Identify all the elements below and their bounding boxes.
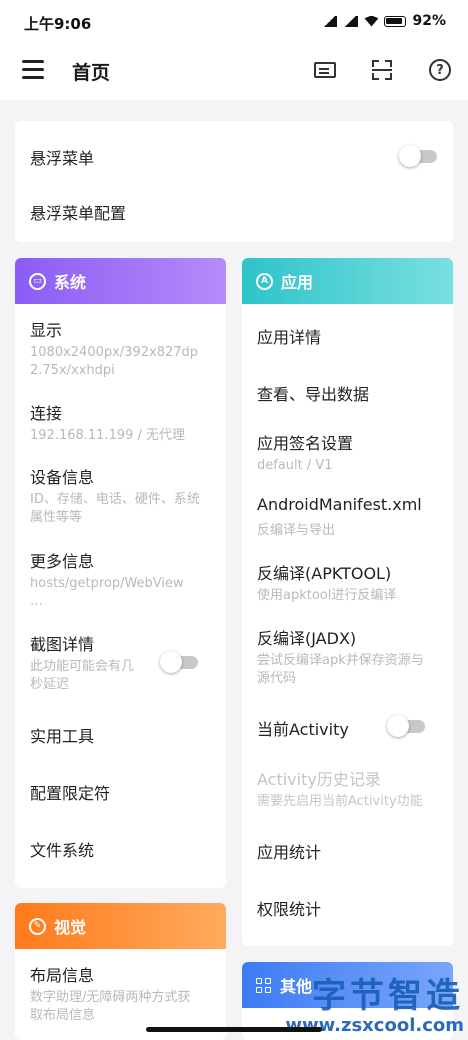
- signature-settings-item[interactable]: 应用签名设置: [257, 430, 353, 454]
- jadx-sub-2: 源代码: [257, 671, 297, 686]
- device-info-item[interactable]: 设备信息: [30, 464, 94, 488]
- apktool-item[interactable]: 反编译(APKTOOL): [257, 560, 391, 584]
- wifi-icon: [364, 15, 379, 27]
- usage-stats-item[interactable]: 应用统计: [257, 839, 321, 863]
- system-card-title: 系统: [54, 273, 87, 292]
- floating-menu-config-item[interactable]: 悬浮菜单配置: [30, 200, 126, 224]
- current-activity-item[interactable]: 当前Activity: [257, 716, 349, 740]
- home-indicator[interactable]: [146, 1027, 322, 1032]
- activity-history-sub: 需要先启用当前Activity功能: [257, 794, 423, 809]
- page-title: 首页: [72, 62, 111, 84]
- file-system-item[interactable]: 文件系统: [30, 837, 94, 861]
- app-details-item[interactable]: 应用详情: [257, 324, 321, 348]
- device-info-sub-1: ID、存储、电话、硬件、系统: [30, 492, 200, 507]
- jadx-sub-1: 尝试反编译apk并保存资源与: [257, 653, 424, 668]
- watermark-brand: 字节智造: [312, 976, 464, 1016]
- signal-icon-2: [343, 15, 359, 27]
- screenshot-sub-2: 秒延迟: [30, 677, 70, 692]
- utility-tools-item[interactable]: 实用工具: [30, 723, 94, 747]
- layout-info-sub-1: 数字助理/无障碍两种方式获: [30, 990, 191, 1005]
- floating-menu-card: 悬浮菜单 悬浮菜单配置: [15, 121, 453, 242]
- toggle-thumb: [387, 715, 409, 737]
- system-card: ▭ 系统 显示 1080x2400px/392x827dp 2.75x/xxhd…: [15, 258, 226, 888]
- display-item[interactable]: 显示: [30, 317, 62, 341]
- status-time: 上午9:06: [24, 15, 92, 33]
- watermark-url: www.zsxcool.com: [285, 1015, 464, 1036]
- visual-card-title: 视觉: [54, 918, 87, 937]
- more-info-sub-2: …: [30, 594, 43, 609]
- visual-icon: ✎: [29, 917, 46, 935]
- visual-card: ✎ 视觉 布局信息 数字助理/无障碍两种方式获 取布局信息: [15, 903, 226, 1040]
- apktool-sub: 使用apktool进行反编译: [257, 588, 397, 603]
- toggle-thumb: [160, 651, 182, 673]
- app-icon: A: [256, 272, 273, 290]
- current-activity-toggle[interactable]: [387, 715, 427, 737]
- connection-sub: 192.168.11.199 / 无代理: [30, 428, 186, 443]
- floating-menu-toggle[interactable]: [399, 145, 439, 167]
- scan-icon[interactable]: [368, 56, 396, 84]
- system-icon: ▭: [29, 272, 46, 290]
- display-sub-1: 1080x2400px/392x827dp: [30, 345, 199, 360]
- manifest-item[interactable]: AndroidManifest.xml: [257, 495, 422, 514]
- screenshot-details-item[interactable]: 截图详情: [30, 631, 94, 655]
- help-icon[interactable]: ?: [426, 56, 454, 84]
- battery-icon: [384, 15, 407, 27]
- signal-icon: [322, 15, 338, 27]
- status-icons: 92%: [322, 13, 446, 29]
- visual-card-header: ✎ 视觉: [15, 903, 226, 949]
- menu-icon[interactable]: [22, 60, 46, 80]
- layout-info-item[interactable]: 布局信息: [30, 962, 94, 986]
- signature-sub: default / V1: [257, 458, 333, 473]
- screenshot-sub-1: 此功能可能会有几: [30, 659, 135, 674]
- layout-info-sub-2: 取布局信息: [30, 1008, 96, 1023]
- device-info-sub-2: 属性等等: [30, 510, 83, 525]
- connection-item[interactable]: 连接: [30, 400, 62, 424]
- screenshot-toggle[interactable]: [160, 651, 200, 673]
- config-qualifiers-item[interactable]: 配置限定符: [30, 780, 110, 804]
- export-data-item[interactable]: 查看、导出数据: [257, 381, 369, 405]
- grid-icon: [256, 977, 271, 993]
- manifest-sub: 反编译与导出: [257, 523, 336, 538]
- app-card-title: 应用: [281, 273, 314, 292]
- status-bar: 上午9:06 92%: [0, 0, 468, 44]
- permission-stats-item[interactable]: 权限统计: [257, 896, 321, 920]
- display-sub-2: 2.75x/xxhdpi: [30, 363, 115, 378]
- toggle-thumb: [399, 145, 421, 167]
- app-card-header: A 应用: [242, 258, 453, 304]
- jadx-item[interactable]: 反编译(JADX): [257, 625, 356, 649]
- console-icon[interactable]: [311, 56, 339, 84]
- more-info-sub-1: hosts/getprop/WebView: [30, 576, 184, 591]
- battery-percentage: 92%: [412, 13, 446, 29]
- app-bar: 首页 ?: [0, 44, 468, 100]
- system-card-header: ▭ 系统: [15, 258, 226, 304]
- more-info-item[interactable]: 更多信息: [30, 548, 94, 572]
- activity-history-item[interactable]: Activity历史记录: [257, 766, 381, 790]
- app-card: A 应用 应用详情 查看、导出数据 应用签名设置 default / V1 An…: [242, 258, 453, 946]
- floating-menu-label[interactable]: 悬浮菜单: [30, 145, 94, 169]
